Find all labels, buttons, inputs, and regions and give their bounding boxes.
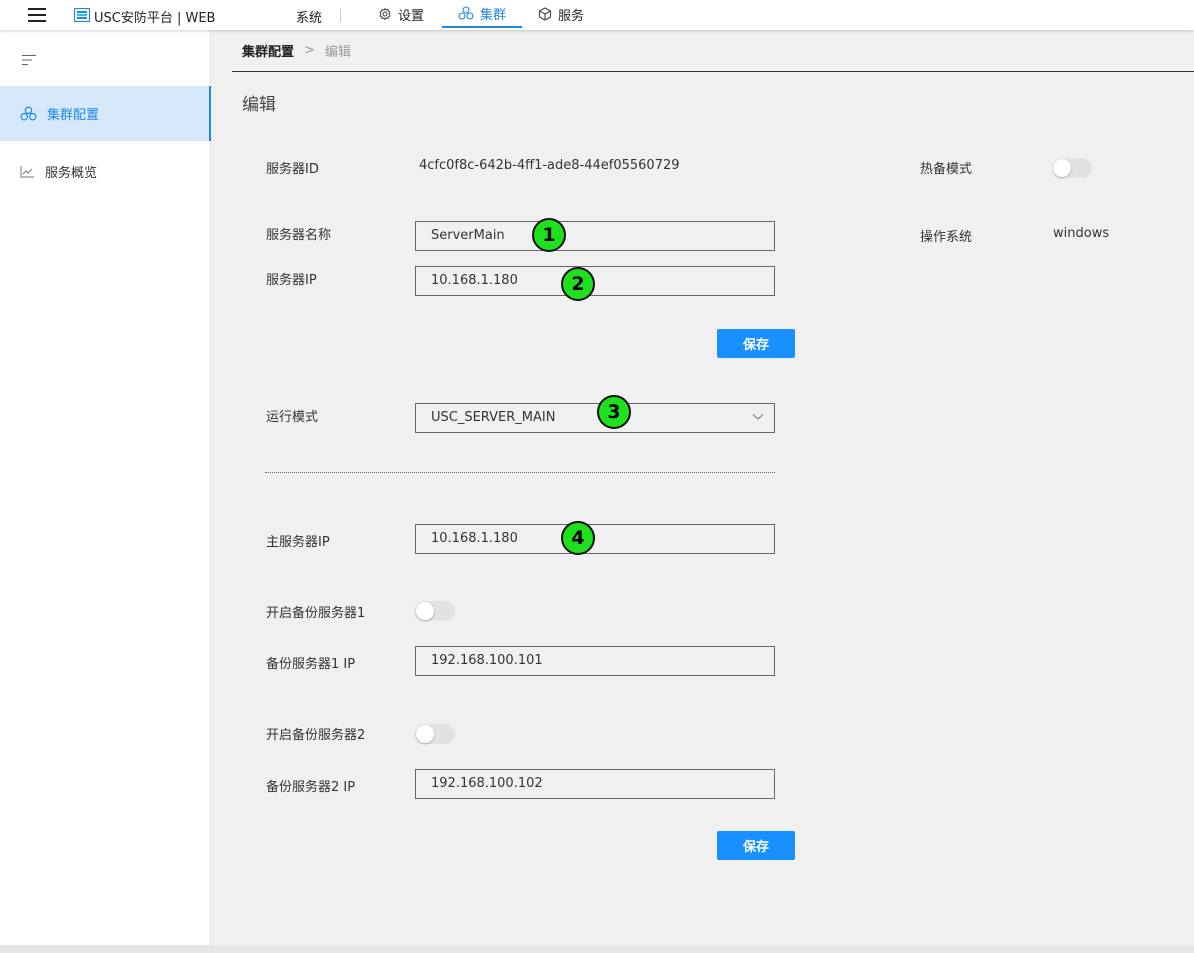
backup1-ip-input[interactable]: 192.168.100.101 (415, 646, 775, 676)
sidebar-item-label: 集群配置 (47, 108, 100, 123)
tab-settings-label: 设置 (398, 8, 425, 24)
server-name-input[interactable]: ServerMain (415, 221, 775, 251)
breadcrumb-sub: 编辑 (324, 45, 351, 60)
tab-service[interactable]: 服务 (538, 0, 584, 28)
top-bar: USC安防平台 | WEB 系统 设置 集群 服务 (0, 0, 1194, 30)
os-label: 操作系统 (920, 230, 973, 245)
main-ip-input[interactable]: 10.168.1.180 (415, 524, 775, 554)
server-ip-label: 服务器IP (266, 273, 317, 288)
section-divider (265, 472, 775, 473)
nav-divider (340, 8, 341, 22)
breadcrumb-current[interactable]: 集群配置 (242, 41, 294, 60)
hot-standby-toggle[interactable] (1052, 158, 1092, 178)
tab-service-label: 服务 (558, 8, 585, 24)
run-mode-select[interactable]: USC_SERVER_MAIN (415, 403, 775, 433)
server-ip-input[interactable]: 10.168.1.180 (415, 266, 775, 296)
backup1-enable-label: 开启备份服务器1 (266, 606, 366, 621)
os-value: windows (1053, 226, 1110, 241)
app-title: USC安防平台 | WEB (94, 11, 216, 26)
backup2-enable-label: 开启备份服务器2 (266, 728, 366, 743)
backup2-ip-input[interactable]: 192.168.100.102 (415, 769, 775, 799)
breadcrumb: 集群配置 > 编辑 (232, 30, 1194, 72)
annotation-marker-2: 2 (561, 267, 595, 301)
sidebar-item-service-overview[interactable]: 服务概览 (0, 144, 211, 199)
breadcrumb-separator: > (304, 43, 315, 58)
collapse-icon[interactable] (22, 54, 36, 66)
backup2-toggle[interactable] (415, 724, 455, 744)
server-name-label: 服务器名称 (266, 228, 332, 243)
sidebar: 集群配置 服务概览 (0, 30, 211, 945)
backup2-ip-label: 备份服务器2 IP (266, 780, 356, 795)
cube-icon (538, 7, 552, 21)
server-id-value: 4cfc0f8c-642b-4ff1-ade8-44ef05560729 (419, 158, 680, 173)
sidebar-item-cluster-config[interactable]: 集群配置 (0, 86, 211, 141)
nav-system[interactable]: 系统 (296, 7, 322, 26)
tab-cluster-label: 集群 (479, 7, 506, 23)
backup1-ip-label: 备份服务器1 IP (266, 657, 356, 672)
save-button[interactable]: 保存 (717, 329, 795, 358)
annotation-marker-3: 3 (597, 395, 631, 429)
server-id-label: 服务器ID (266, 162, 319, 177)
bottom-strip (0, 945, 1194, 953)
annotation-marker-1: 1 (532, 218, 566, 252)
main-ip-label: 主服务器IP (266, 535, 330, 550)
cluster-icon (458, 6, 474, 20)
save-button-run[interactable]: 保存 (717, 831, 795, 860)
gear-icon (379, 7, 391, 21)
sidebar-item-label: 服务概览 (45, 166, 98, 181)
cluster-icon (20, 106, 37, 121)
run-mode-value: USC_SERVER_MAIN (431, 410, 556, 425)
tab-cluster[interactable]: 集群 (442, 0, 522, 28)
page-title: 编辑 (242, 95, 276, 115)
tab-settings[interactable]: 设置 (378, 0, 424, 28)
annotation-marker-4: 4 (561, 521, 595, 555)
hot-standby-label: 热备模式 (920, 162, 973, 177)
logo-icon (74, 8, 90, 22)
backup1-toggle[interactable] (415, 601, 455, 621)
line-chart-icon (20, 166, 34, 178)
chevron-down-icon (752, 414, 764, 420)
menu-icon[interactable] (28, 8, 46, 22)
run-mode-label: 运行模式 (266, 410, 319, 425)
